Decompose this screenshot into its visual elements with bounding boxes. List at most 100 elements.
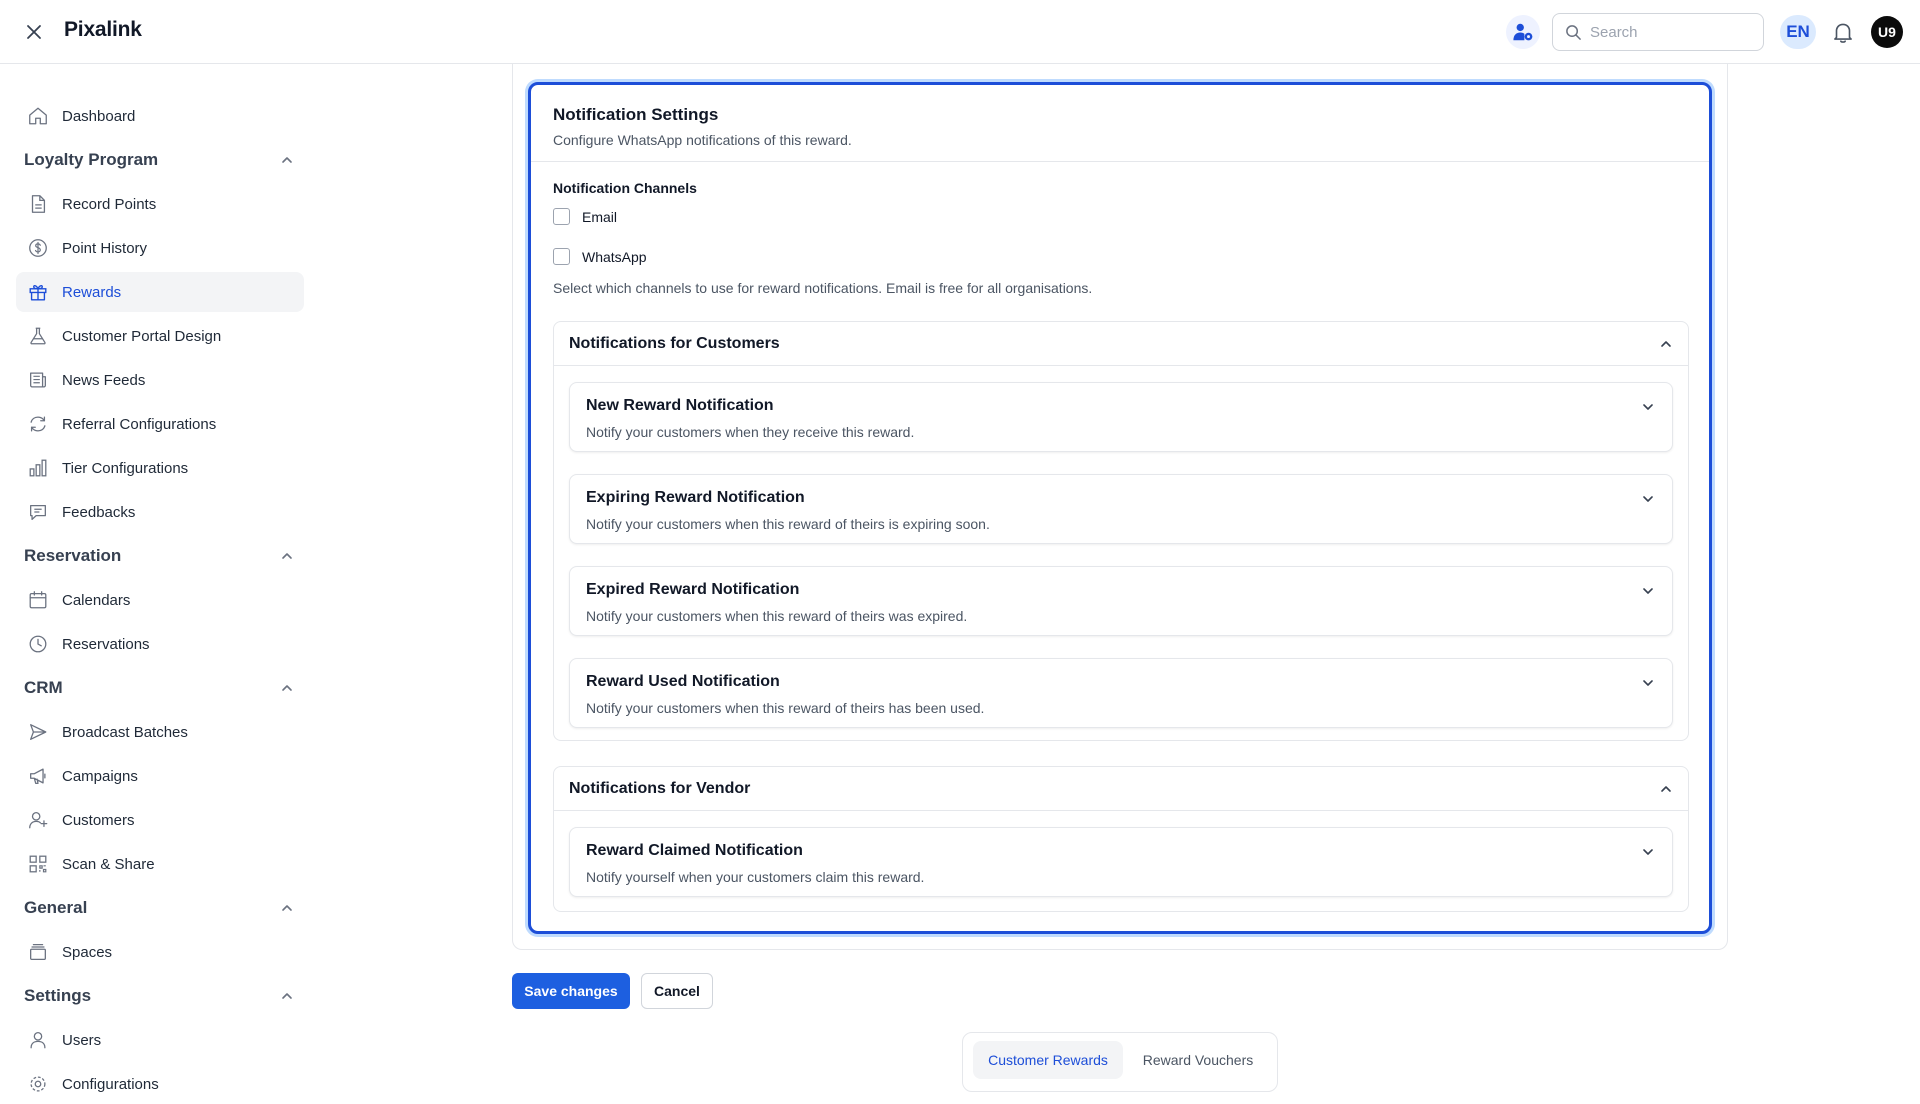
chat-icon bbox=[26, 500, 50, 524]
notification-item-new-reward[interactable]: New Reward Notification Notify your cust… bbox=[569, 382, 1673, 452]
chevron-up-icon bbox=[1661, 340, 1671, 347]
close-icon bbox=[27, 25, 41, 39]
sidebar-item-label: Record Points bbox=[62, 195, 157, 213]
sidebar-item-label: Calendars bbox=[62, 591, 131, 609]
customer-notifications-group: Notifications for Customers New Reward N… bbox=[553, 321, 1689, 741]
sidebar-item-scan-share[interactable]: Scan & Share bbox=[16, 844, 304, 884]
sidebar-item-dashboard[interactable]: Dashboard bbox=[16, 96, 304, 136]
search-input[interactable] bbox=[1590, 23, 1750, 41]
calendar-icon bbox=[26, 588, 50, 612]
gift-icon bbox=[26, 280, 50, 304]
flask-icon bbox=[26, 324, 50, 348]
user-avatar[interactable]: U9 bbox=[1871, 16, 1903, 48]
app-title: Pixalink bbox=[64, 18, 142, 41]
sidebar-item-spaces[interactable]: Spaces bbox=[16, 932, 304, 972]
newspaper-icon bbox=[26, 368, 50, 392]
section-label: Reservation bbox=[24, 546, 122, 565]
sidebar-section-general[interactable]: General bbox=[24, 894, 294, 922]
customer-group-header[interactable]: Notifications for Customers bbox=[554, 322, 1688, 366]
chevron-up-icon bbox=[282, 157, 292, 163]
channel-whatsapp-option[interactable]: WhatsApp bbox=[553, 248, 647, 265]
notification-description: Notify your customers when this reward o… bbox=[586, 608, 968, 624]
notification-title: Expired Reward Notification bbox=[586, 581, 800, 598]
notification-description: Notify your customers when they receive … bbox=[586, 424, 915, 440]
tab-reward-vouchers[interactable]: Reward Vouchers bbox=[1127, 1041, 1269, 1079]
sidebar-item-record-points[interactable]: Record Points bbox=[16, 184, 304, 224]
sidebar-section-crm[interactable]: CRM bbox=[24, 674, 294, 702]
channels-label: Notification Channels bbox=[553, 180, 697, 196]
sidebar-item-customers[interactable]: Customers bbox=[16, 800, 304, 840]
sidebar-section-reservation[interactable]: Reservation bbox=[24, 542, 294, 570]
save-changes-button[interactable]: Save changes bbox=[512, 973, 630, 1009]
language-switcher[interactable]: EN bbox=[1780, 15, 1816, 49]
admin-settings-button[interactable] bbox=[1506, 15, 1540, 49]
sidebar-item-label: Campaigns bbox=[62, 767, 138, 785]
user-gear-icon bbox=[1513, 23, 1533, 41]
bell-icon bbox=[1834, 23, 1852, 43]
channel-email-option[interactable]: Email bbox=[553, 208, 617, 225]
card-subtitle: Configure WhatsApp notifications of this… bbox=[553, 132, 852, 148]
sidebar-item-label: Referral Configurations bbox=[62, 415, 217, 433]
user-icon bbox=[26, 1028, 50, 1052]
sidebar-item-rewards[interactable]: Rewards bbox=[16, 272, 304, 312]
notification-item-expiring-reward[interactable]: Expiring Reward Notification Notify your… bbox=[569, 474, 1673, 544]
card-title: Notification Settings bbox=[553, 105, 719, 124]
sidebar-item-campaigns[interactable]: Campaigns bbox=[16, 756, 304, 796]
chevron-down-icon bbox=[1643, 496, 1653, 502]
notification-settings-card: Notification Settings Configure WhatsApp… bbox=[528, 82, 1712, 934]
vendor-group-header[interactable]: Notifications for Vendor bbox=[554, 767, 1688, 811]
megaphone-icon bbox=[26, 764, 50, 788]
sidebar-item-broadcast-batches[interactable]: Broadcast Batches bbox=[16, 712, 304, 752]
tab-customer-rewards[interactable]: Customer Rewards bbox=[973, 1041, 1123, 1079]
close-button[interactable] bbox=[20, 18, 48, 46]
dollar-circle-icon bbox=[26, 236, 50, 260]
sidebar-item-label: News Feeds bbox=[62, 371, 146, 389]
email-checkbox[interactable] bbox=[553, 208, 570, 225]
sidebar-item-calendars[interactable]: Calendars bbox=[16, 580, 304, 620]
sidebar-item-news-feeds[interactable]: News Feeds bbox=[16, 360, 304, 400]
checkbox-label: Email bbox=[582, 208, 618, 225]
sidebar-item-label: Scan & Share bbox=[62, 855, 155, 873]
sidebar-item-label: Customer Portal Design bbox=[62, 327, 222, 345]
whatsapp-checkbox[interactable] bbox=[553, 248, 570, 265]
cancel-button[interactable]: Cancel bbox=[641, 973, 713, 1009]
sidebar-item-tier-configurations[interactable]: Tier Configurations bbox=[16, 448, 304, 488]
sidebar-item-customer-portal-design[interactable]: Customer Portal Design bbox=[16, 316, 304, 356]
chevron-up-icon bbox=[282, 993, 292, 999]
bar-chart-icon bbox=[26, 456, 50, 480]
sidebar-item-configurations[interactable]: Configurations bbox=[16, 1064, 304, 1104]
document-icon bbox=[26, 192, 50, 216]
channels-help-text: Select which channels to use for reward … bbox=[553, 280, 1093, 296]
group-title: Notifications for Vendor bbox=[569, 779, 751, 797]
sidebar-item-label: Rewards bbox=[62, 283, 122, 301]
notification-item-reward-claimed[interactable]: Reward Claimed Notification Notify yours… bbox=[569, 827, 1673, 897]
notification-title: Reward Claimed Notification bbox=[586, 842, 803, 859]
chevron-down-icon bbox=[1643, 680, 1653, 686]
sidebar-item-referral-configurations[interactable]: Referral Configurations bbox=[16, 404, 304, 444]
checkbox-label: WhatsApp bbox=[582, 248, 647, 265]
sidebar-item-label: Dashboard bbox=[62, 107, 136, 125]
chevron-down-icon bbox=[1643, 849, 1653, 855]
section-label: Settings bbox=[24, 986, 92, 1005]
notification-description: Notify yourself when your customers clai… bbox=[586, 869, 925, 885]
sidebar-section-loyalty[interactable]: Loyalty Program bbox=[24, 146, 294, 174]
vendor-notifications-group: Notifications for Vendor Reward Claimed … bbox=[553, 766, 1689, 912]
sidebar-item-point-history[interactable]: Point History bbox=[16, 228, 304, 268]
notification-title: New Reward Notification bbox=[586, 397, 774, 414]
notifications-button[interactable] bbox=[1830, 19, 1856, 45]
sidebar-item-users[interactable]: Users bbox=[16, 1020, 304, 1060]
clock-icon bbox=[26, 632, 50, 656]
sidebar-item-label: Broadcast Batches bbox=[62, 723, 188, 741]
notification-item-reward-used[interactable]: Reward Used Notification Notify your cus… bbox=[569, 658, 1673, 728]
top-bar: Pixalink EN U9 bbox=[0, 0, 1920, 64]
sidebar-item-feedbacks[interactable]: Feedbacks bbox=[16, 492, 304, 532]
sidebar: Dashboard Loyalty Program Record Points … bbox=[0, 64, 310, 1093]
chevron-up-icon bbox=[282, 905, 292, 911]
chevron-up-icon bbox=[1661, 785, 1671, 792]
chevron-up-icon bbox=[282, 685, 292, 691]
search-box[interactable] bbox=[1552, 13, 1764, 51]
sidebar-section-settings[interactable]: Settings bbox=[24, 982, 294, 1010]
home-icon bbox=[26, 104, 50, 128]
sidebar-item-reservations[interactable]: Reservations bbox=[16, 624, 304, 664]
notification-item-expired-reward[interactable]: Expired Reward Notification Notify your … bbox=[569, 566, 1673, 636]
